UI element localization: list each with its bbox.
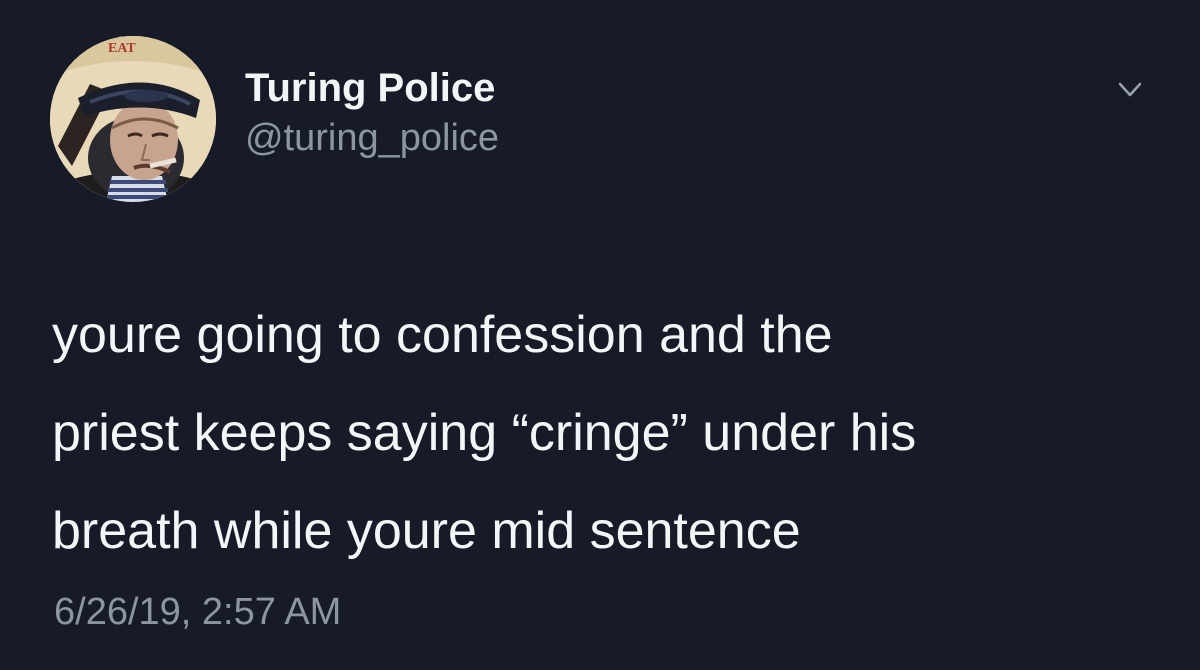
tweet-card: EAT Turing Police @turing_police youre g… xyxy=(0,0,1200,670)
tweet-timestamp[interactable]: 6/26/19, 2:57 AM xyxy=(54,588,341,636)
tweet-text-line: breath while youre mid sentence xyxy=(52,502,801,560)
tweet-text-line: youre going to confession and the xyxy=(52,306,833,364)
user-handle[interactable]: @turing_police xyxy=(245,114,499,162)
author-info: Turing Police @turing_police xyxy=(245,64,499,162)
tweet-text: youre going to confession and the priest… xyxy=(52,286,1172,580)
tweet-text-line: priest keeps saying “cringe” under his xyxy=(52,404,917,462)
svg-text:EAT: EAT xyxy=(108,41,136,56)
avatar-image: EAT xyxy=(50,36,216,202)
display-name[interactable]: Turing Police xyxy=(245,64,499,112)
tweet-menu-button[interactable] xyxy=(1112,76,1148,104)
avatar[interactable]: EAT xyxy=(50,36,216,202)
chevron-down-icon xyxy=(1118,82,1142,97)
